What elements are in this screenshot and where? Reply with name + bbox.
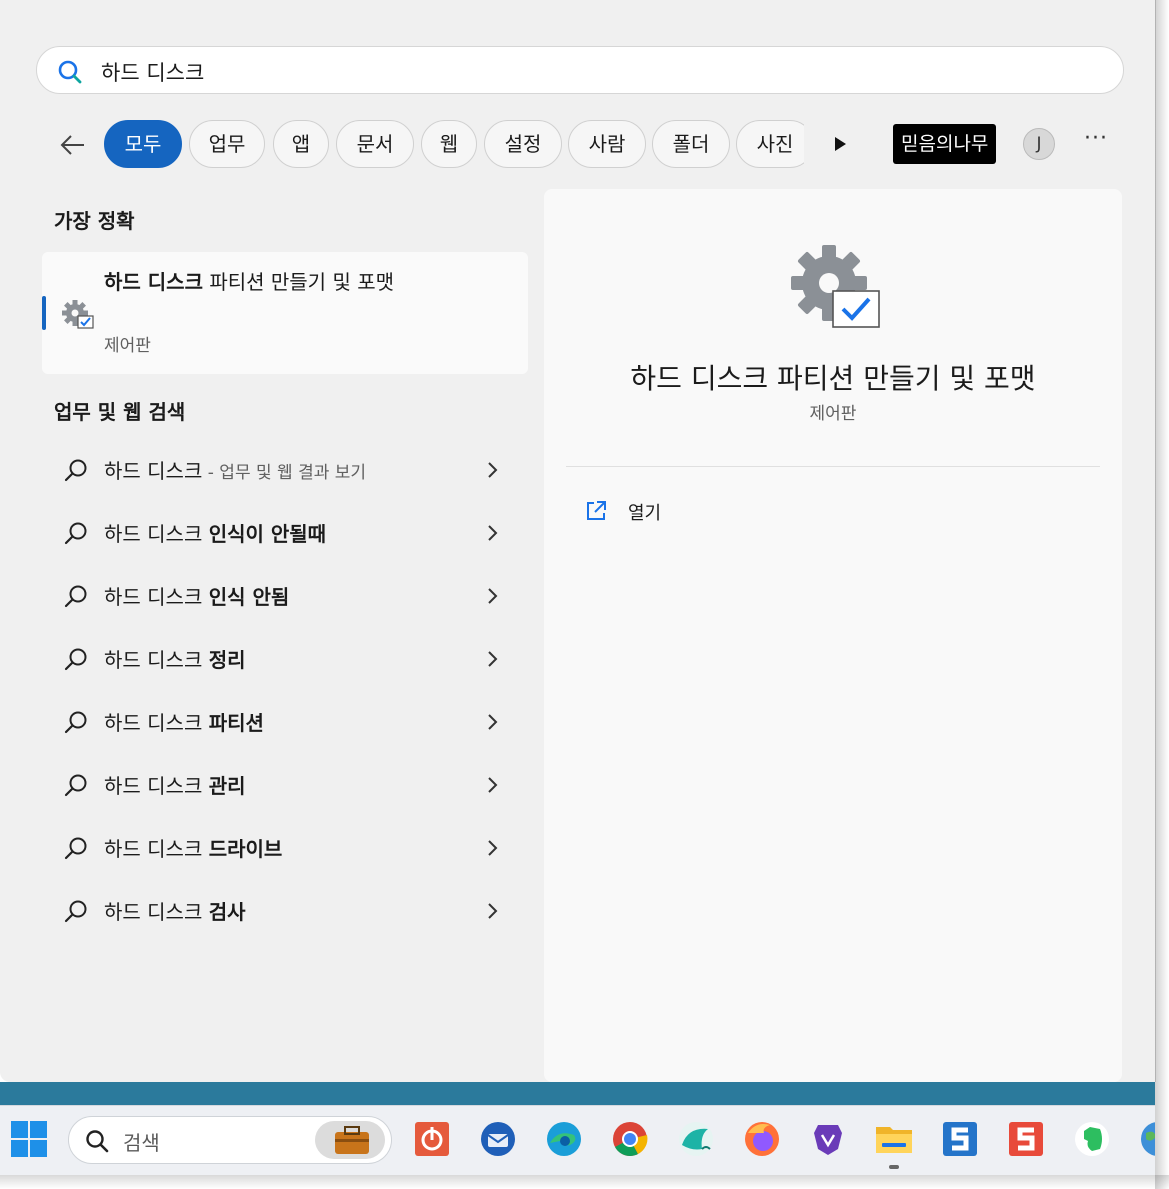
web-search-item[interactable]: 하드 디스크 인식 안됨 [42, 568, 528, 624]
web-search-heading: 업무 및 웹 검색 [54, 400, 186, 424]
best-match-subtitle: 제어판 [104, 336, 151, 356]
filter-tabs: 모두 업무 앱 문서 웹 설정 사람 폴더 사진 [104, 120, 804, 168]
more-options-button[interactable]: ··· [1084, 126, 1108, 151]
selection-indicator [42, 296, 46, 330]
detail-subtitle: 제어판 [809, 404, 857, 424]
search-icon [64, 899, 88, 927]
search-icon [64, 773, 88, 801]
search-input[interactable]: 하드 디스크 [36, 46, 1124, 94]
evernote-icon[interactable] [1072, 1119, 1112, 1159]
best-match-item[interactable]: 하드 디스크 파티션 만들기 및 포맷 제어판 [42, 252, 528, 374]
s-app-blue-icon[interactable] [940, 1119, 980, 1159]
search-icon [64, 521, 88, 549]
detail-title: 하드 디스크 파티션 만들기 및 포맷 [630, 362, 1036, 395]
chevron-right-icon[interactable] [486, 586, 500, 610]
control-panel-gear-icon [60, 298, 96, 338]
thunderbird-icon[interactable] [478, 1119, 518, 1159]
briefcase-icon [315, 1121, 385, 1159]
web-search-item-label: 하드 디스크 관리 [104, 774, 246, 798]
taskbar-search-placeholder: 검색 [123, 1131, 160, 1155]
web-search-item[interactable]: 하드 디스크 정리 [42, 631, 528, 687]
search-query[interactable]: 하드 디스크 [101, 57, 204, 87]
back-arrow-icon[interactable] [58, 130, 88, 160]
web-search-item-label: 하드 디스크 검사 [104, 900, 246, 924]
tab-photos[interactable]: 사진 [736, 120, 804, 168]
search-icon [64, 836, 88, 864]
window-shadow [0, 1175, 1169, 1189]
search-icon [64, 584, 88, 612]
taskbar-search[interactable]: 검색 [68, 1116, 392, 1164]
tab-settings[interactable]: 설정 [484, 120, 562, 168]
chevron-right-icon[interactable] [486, 460, 500, 484]
tab-people[interactable]: 사람 [568, 120, 646, 168]
chevron-right-icon[interactable] [486, 649, 500, 673]
web-search-item[interactable]: 하드 디스크 인식이 안될때 [42, 505, 528, 561]
control-panel-gear-icon [789, 241, 881, 335]
web-search-item-label: 하드 디스크 파티션 [104, 711, 264, 735]
chevron-right-icon[interactable] [486, 838, 500, 862]
web-search-item[interactable]: 하드 디스크 파티션 [42, 694, 528, 750]
edge-icon[interactable] [544, 1119, 584, 1159]
scroll-right-icon[interactable] [832, 134, 848, 158]
web-search-item-label: 하드 디스크 - 업무 및 웹 결과 보기 [104, 459, 367, 483]
active-app-indicator [889, 1165, 899, 1169]
desktop-strip [0, 1082, 1155, 1105]
search-icon [64, 710, 88, 738]
start-icon[interactable] [9, 1119, 49, 1159]
firefox-icon[interactable] [742, 1119, 782, 1159]
avatar[interactable]: J [1023, 128, 1055, 160]
web-search-item-label: 하드 디스크 인식 안됨 [104, 585, 290, 609]
search-icon [85, 1129, 109, 1157]
best-match-title: 하드 디스크 파티션 만들기 및 포맷 [104, 270, 394, 294]
chevron-right-icon[interactable] [486, 712, 500, 736]
web-search-item-label: 하드 디스크 인식이 안될때 [104, 522, 327, 546]
tab-work[interactable]: 업무 [189, 120, 265, 168]
s-app-red-icon[interactable] [1006, 1119, 1046, 1159]
taskbar: 검색 [0, 1105, 1155, 1175]
chevron-right-icon[interactable] [486, 775, 500, 799]
web-search-item[interactable]: 하드 디스크 - 업무 및 웹 결과 보기 [42, 442, 528, 498]
search-icon [64, 458, 88, 486]
filter-bar: 모두 업무 앱 문서 웹 설정 사람 폴더 사진 믿음의나무 J ··· [40, 120, 1120, 168]
web-search-item[interactable]: 하드 디스크 검사 [42, 883, 528, 939]
web-search-item[interactable]: 하드 디스크 관리 [42, 757, 528, 813]
detail-pane: 하드 디스크 파티션 만들기 및 포맷 제어판 열기 [544, 189, 1122, 1082]
tab-apps[interactable]: 앱 [273, 120, 329, 168]
tab-documents[interactable]: 문서 [336, 120, 414, 168]
web-search-item[interactable]: 하드 디스크 드라이브 [42, 820, 528, 876]
web-search-item-label: 하드 디스크 정리 [104, 648, 246, 672]
chevron-right-icon[interactable] [486, 523, 500, 547]
window-shadow [1155, 0, 1169, 1189]
file-explorer-icon[interactable] [874, 1119, 914, 1159]
whale-browser-icon[interactable] [676, 1119, 716, 1159]
tab-web[interactable]: 웹 [421, 120, 477, 168]
brave-nightly-icon[interactable] [808, 1119, 848, 1159]
tab-all[interactable]: 모두 [104, 120, 182, 168]
open-external-icon[interactable] [584, 499, 608, 527]
search-icon [57, 59, 83, 89]
chevron-right-icon[interactable] [486, 901, 500, 925]
power-app-icon[interactable] [412, 1119, 452, 1159]
tab-folders[interactable]: 폴더 [652, 120, 730, 168]
search-panel: 하드 디스크 모두 업무 앱 문서 웹 설정 사람 폴더 사진 믿음의나무 J … [0, 0, 1156, 1082]
chrome-icon[interactable] [610, 1119, 650, 1159]
open-action-button[interactable]: 열기 [628, 499, 661, 525]
detail-divider [566, 466, 1100, 467]
search-icon [64, 647, 88, 675]
globe-app-icon[interactable] [1138, 1119, 1155, 1159]
web-search-item-label: 하드 디스크 드라이브 [104, 837, 283, 861]
best-match-heading: 가장 정확 [54, 209, 135, 233]
account-name[interactable]: 믿음의나무 [893, 124, 997, 164]
